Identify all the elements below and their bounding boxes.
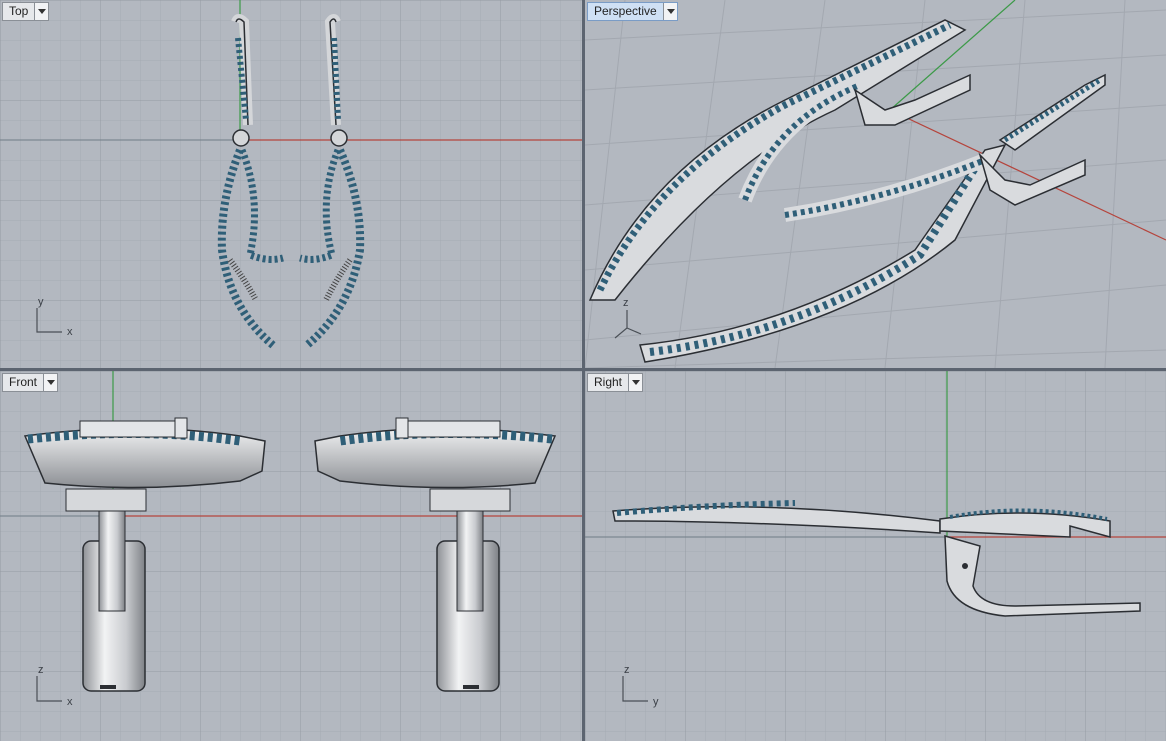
axis-widget-icon [614, 310, 642, 339]
viewport-right[interactable]: z y Right [585, 371, 1166, 741]
perspective-view-scene: z [585, 0, 1166, 368]
top-view-scene: y x [0, 0, 582, 368]
axis-label-v: z [623, 297, 629, 309]
viewport-title[interactable]: Top [3, 3, 34, 20]
front-view-scene: z x [0, 371, 582, 741]
viewport-top[interactable]: y x Top [0, 0, 582, 368]
viewport-front[interactable]: z x Front [0, 371, 582, 741]
viewport-title[interactable]: Perspective [588, 3, 663, 20]
axis-label-v: z [624, 664, 630, 676]
axis-label-h: x [67, 326, 73, 338]
viewport-perspective[interactable]: z Perspective [585, 0, 1166, 368]
axis-label-v: y [38, 296, 44, 308]
viewport-title[interactable]: Front [3, 374, 43, 391]
viewport-tab-front[interactable]: Front [2, 373, 59, 392]
axis-label-v: z [38, 664, 44, 676]
axis-label-h: x [67, 696, 73, 708]
right-view-scene: z y [585, 371, 1166, 741]
viewport-tab-right[interactable]: Right [587, 373, 644, 392]
dropdown-arrow-icon[interactable] [662, 3, 677, 20]
dropdown-arrow-icon[interactable] [43, 374, 58, 391]
viewport-tab-top[interactable]: Top [2, 2, 50, 21]
dropdown-arrow-icon[interactable] [34, 3, 49, 20]
viewport-tab-perspective[interactable]: Perspective [587, 2, 678, 21]
axis-label-h: y [653, 696, 659, 708]
dropdown-arrow-icon[interactable] [628, 374, 643, 391]
viewport-title[interactable]: Right [588, 374, 628, 391]
